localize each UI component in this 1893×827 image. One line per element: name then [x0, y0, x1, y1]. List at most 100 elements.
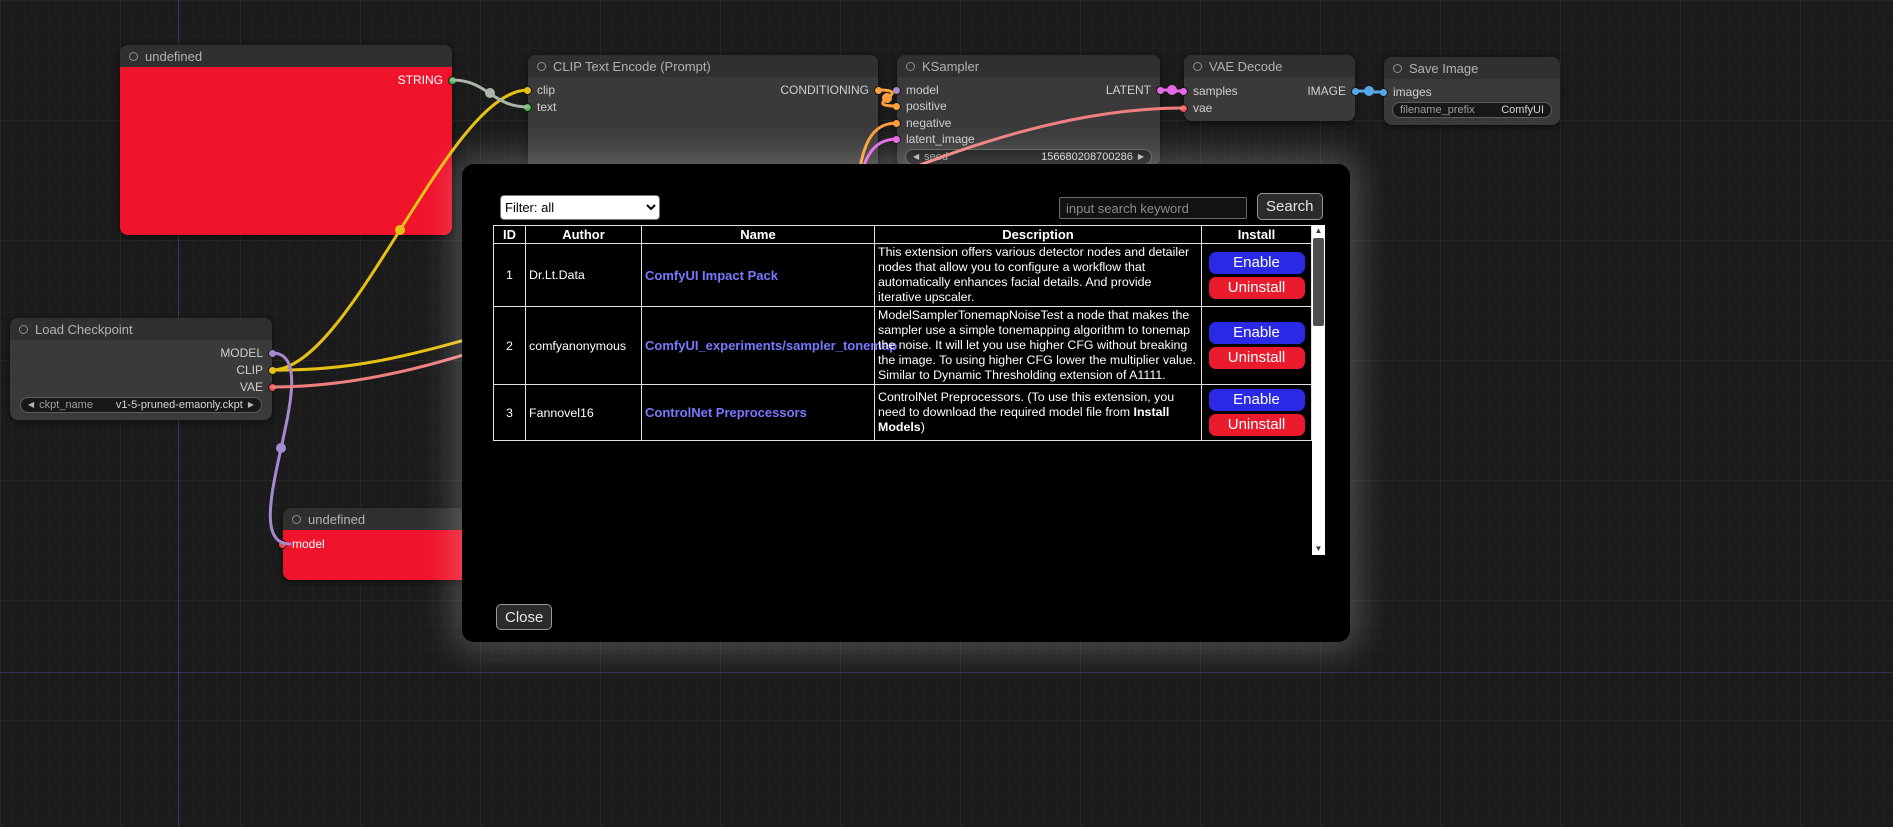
- input-dot-model[interactable]: [278, 540, 287, 549]
- output-slot-model: MODEL: [220, 346, 277, 360]
- enable-button[interactable]: Enable: [1209, 322, 1305, 344]
- input-dot-clip[interactable]: [523, 86, 532, 95]
- output-dot-clip[interactable]: [268, 366, 277, 375]
- input-dot-model[interactable]: [892, 86, 901, 95]
- extension-name: ComfyUI Impact Pack: [642, 244, 875, 307]
- extension-name: ComfyUI_experiments/sampler_tonemap: [642, 307, 875, 385]
- node-vae-decode[interactable]: VAE Decode samples vae IMAGE: [1184, 55, 1355, 121]
- collapse-icon[interactable]: [906, 62, 915, 71]
- extension-install-cell: Enable Uninstall: [1202, 307, 1312, 385]
- node-undefined-top[interactable]: undefined STRING: [120, 45, 452, 235]
- widget-label: filename_prefix: [1400, 104, 1475, 116]
- input-slot-latent-image: latent_image: [892, 132, 975, 146]
- collapse-icon[interactable]: [1193, 62, 1202, 71]
- extension-row: 3Fannovel16ControlNet Preprocessors Contr…: [494, 385, 1312, 441]
- search-input[interactable]: [1059, 197, 1247, 219]
- slot-label: model: [906, 83, 939, 97]
- node-header[interactable]: CLIP Text Encode (Prompt): [528, 55, 878, 77]
- column-header-id: ID: [494, 226, 526, 244]
- uninstall-button[interactable]: Uninstall: [1209, 347, 1305, 369]
- node-title: undefined: [308, 512, 365, 527]
- node-clip-text-encode[interactable]: CLIP Text Encode (Prompt) clip text COND…: [528, 55, 878, 170]
- node-ksampler[interactable]: KSampler model positive negative latent_…: [897, 55, 1160, 167]
- slot-label: samples: [1193, 84, 1238, 98]
- scrollbar-thumb[interactable]: [1313, 238, 1324, 326]
- table-body: 1Dr.Lt.DataComfyUI Impact PackThis exten…: [494, 244, 1312, 441]
- scroll-down-icon[interactable]: ▼: [1312, 543, 1325, 555]
- extension-name-link[interactable]: ComfyUI_experiments/sampler_tonemap: [645, 338, 897, 353]
- node-save-image[interactable]: Save Image images filename_prefix ComfyU…: [1384, 57, 1560, 125]
- slot-label: model: [292, 537, 325, 551]
- enable-button[interactable]: Enable: [1209, 389, 1305, 411]
- extension-name: ControlNet Preprocessors: [642, 385, 875, 441]
- output-dot-string[interactable]: [448, 76, 457, 85]
- extension-name-link[interactable]: ComfyUI Impact Pack: [645, 268, 778, 283]
- input-slot-negative: negative: [892, 116, 951, 130]
- collapse-icon[interactable]: [537, 62, 546, 71]
- input-slot-model: model: [278, 537, 325, 551]
- extension-description: This extension offers various detector n…: [875, 244, 1202, 307]
- node-header[interactable]: Save Image: [1384, 57, 1560, 79]
- output-dot-image[interactable]: [1351, 87, 1360, 96]
- extension-author: Fannovel16: [526, 385, 642, 441]
- node-header[interactable]: KSampler: [897, 55, 1160, 77]
- extension-description: ModelSamplerTonemapNoiseTest a node that…: [875, 307, 1202, 385]
- collapse-icon[interactable]: [292, 515, 301, 524]
- seed-widget[interactable]: ◀ seed 156680208700286 ▶: [905, 149, 1152, 165]
- search-button[interactable]: Search: [1257, 193, 1323, 220]
- node-header[interactable]: Load Checkpoint: [10, 318, 272, 340]
- extension-author: Dr.Lt.Data: [526, 244, 642, 307]
- enable-button[interactable]: Enable: [1209, 252, 1305, 274]
- output-slot-vae: VAE: [240, 380, 277, 394]
- collapse-icon[interactable]: [129, 52, 138, 61]
- input-dot-samples[interactable]: [1179, 87, 1188, 96]
- output-dot-latent[interactable]: [1156, 86, 1165, 95]
- extensions-table: IDAuthorNameDescriptionInstall 1Dr.Lt.Da…: [493, 225, 1312, 441]
- output-dot-conditioning[interactable]: [874, 86, 883, 95]
- input-dot-positive[interactable]: [892, 102, 901, 111]
- output-slot-image: IMAGE: [1307, 84, 1360, 98]
- slot-label: vae: [1193, 101, 1212, 115]
- output-slot-latent: LATENT: [1106, 83, 1165, 97]
- node-load-checkpoint[interactable]: Load Checkpoint MODEL CLIP VAE ◀ ckpt_na…: [10, 318, 272, 420]
- node-title: Save Image: [1409, 61, 1478, 76]
- filename-prefix-widget[interactable]: filename_prefix ComfyUI: [1392, 102, 1552, 118]
- node-header[interactable]: undefined: [283, 508, 468, 530]
- node-header[interactable]: VAE Decode: [1184, 55, 1355, 77]
- slot-label: text: [537, 100, 556, 114]
- output-slot-conditioning: CONDITIONING: [780, 83, 883, 97]
- extension-description: ControlNet Preprocessors. (To use this e…: [875, 385, 1202, 441]
- uninstall-button[interactable]: Uninstall: [1209, 414, 1305, 436]
- ckpt-name-widget[interactable]: ◀ ckpt_name v1-5-pruned-emaonly.ckpt ▶: [20, 397, 262, 413]
- collapse-icon[interactable]: [1393, 64, 1402, 73]
- input-dot-negative[interactable]: [892, 119, 901, 128]
- slot-label: CONDITIONING: [780, 83, 869, 97]
- increment-icon[interactable]: ▶: [1138, 149, 1144, 165]
- input-dot-latent-image[interactable]: [892, 135, 901, 144]
- close-button[interactable]: Close: [496, 604, 552, 630]
- column-header-name: Name: [642, 226, 875, 244]
- decrement-icon[interactable]: ◀: [913, 149, 919, 165]
- comfyui-canvas[interactable]: { "icons": { "left_arrow": "◀", "right_a…: [0, 0, 1893, 827]
- collapse-icon[interactable]: [19, 325, 28, 334]
- extension-id: 3: [494, 385, 526, 441]
- scroll-up-icon[interactable]: ▲: [1312, 225, 1325, 237]
- node-undefined-bottom[interactable]: undefined model: [283, 508, 468, 580]
- input-dot-vae[interactable]: [1179, 104, 1188, 113]
- output-dot-vae[interactable]: [268, 383, 277, 392]
- input-slot-vae: vae: [1179, 101, 1212, 115]
- table-scrollbar[interactable]: ▲ ▼: [1312, 225, 1325, 555]
- custom-nodes-manager-dialog: Filter: all Search IDAuthorNameDescripti…: [462, 164, 1350, 642]
- node-header[interactable]: undefined: [120, 45, 452, 67]
- input-slot-positive: positive: [892, 99, 947, 113]
- uninstall-button[interactable]: Uninstall: [1209, 277, 1305, 299]
- filter-select[interactable]: Filter: all: [500, 195, 660, 220]
- output-dot-model[interactable]: [268, 349, 277, 358]
- extension-name-link[interactable]: ControlNet Preprocessors: [645, 405, 807, 420]
- previous-icon[interactable]: ◀: [28, 397, 34, 413]
- node-title: undefined: [145, 49, 202, 64]
- input-dot-images[interactable]: [1379, 88, 1388, 97]
- next-icon[interactable]: ▶: [248, 397, 254, 413]
- input-slot-model: model: [892, 83, 939, 97]
- input-dot-text[interactable]: [523, 103, 532, 112]
